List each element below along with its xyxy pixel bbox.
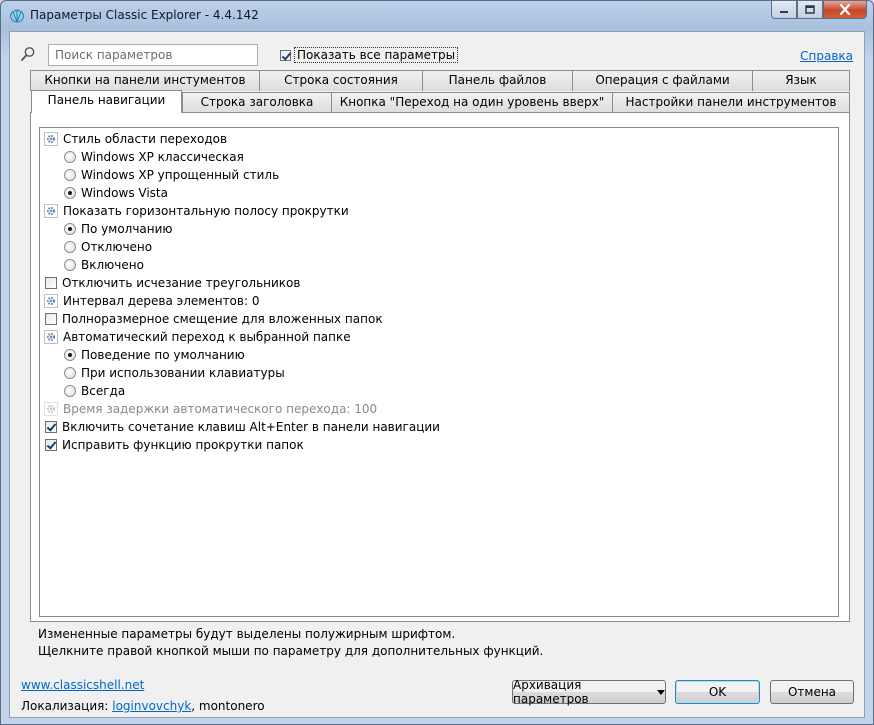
setting-label: Время задержки автоматического перехода:… (63, 402, 378, 416)
minimize-button[interactable] (771, 1, 797, 19)
tab-language[interactable]: Язык (752, 70, 850, 91)
tab-status-bar[interactable]: Строка состояния (259, 70, 423, 91)
setting-row[interactable]: Исправить функцию прокрутки папок (44, 436, 304, 454)
setting-row[interactable]: Отключено (64, 238, 152, 256)
settings-gear-icon (44, 402, 58, 416)
localization-co-author: , montonero (191, 699, 265, 713)
setting-label: Включить сочетание клавиш Alt+Enter в па… (62, 420, 440, 434)
close-icon (839, 4, 851, 15)
show-all-checkbox-box[interactable] (280, 49, 291, 61)
radio-button[interactable] (64, 259, 76, 271)
setting-row[interactable]: Включено (64, 256, 144, 274)
search-icon (21, 47, 35, 61)
backup-settings-button[interactable]: Архивация параметров (512, 678, 666, 706)
client-area: Показать все параметры Справка Кнопки на… (9, 31, 865, 718)
checkbox[interactable] (45, 439, 57, 451)
tab-file-pane[interactable]: Панель файлов (422, 70, 573, 91)
setting-row[interactable]: Всегда (64, 382, 125, 400)
setting-label: При использовании клавиатуры (81, 366, 285, 380)
radio-button[interactable] (64, 151, 76, 163)
setting-label: Автоматический переход к выбранной папке (63, 330, 351, 344)
setting-row[interactable]: Windows Vista (64, 184, 168, 202)
window-title: Параметры Classic Explorer - 4.4.142 (30, 8, 259, 22)
setting-label: Windows XP классическая (81, 150, 244, 164)
show-all-label: Показать все параметры (294, 47, 459, 63)
caption-buttons (771, 1, 867, 21)
maximize-icon (805, 5, 815, 14)
minimize-icon (780, 10, 788, 13)
backup-settings-label: Архивация параметров (513, 678, 589, 706)
setting-row[interactable]: Показать горизонтальную полосу прокрутки (44, 202, 349, 220)
hint-bold: Измененные параметры будут выделены полу… (38, 627, 456, 641)
tab-toolbar-settings[interactable]: Настройки панели инструментов (612, 92, 850, 113)
setting-row[interactable]: При использовании клавиатуры (64, 364, 285, 382)
radio-button[interactable] (64, 367, 76, 379)
setting-label: Интервал дерева элементов: 0 (63, 294, 260, 308)
setting-label: Включено (81, 258, 144, 272)
setting-row[interactable]: Windows XP упрощенный стиль (64, 166, 279, 184)
setting-row[interactable]: Отключить исчезание треугольников (44, 274, 300, 292)
setting-label: Windows XP упрощенный стиль (81, 168, 280, 182)
close-button[interactable] (823, 1, 867, 19)
settings-gear-icon (44, 204, 58, 218)
cancel-button[interactable]: Отмена (770, 680, 854, 704)
title-bar[interactable]: Параметры Classic Explorer - 4.4.142 (1, 1, 873, 31)
help-link[interactable]: Справка (800, 49, 853, 63)
radio-button[interactable] (64, 169, 76, 181)
hint-right-click: Щелкните правой кнопкой мыши по параметр… (38, 644, 544, 658)
settings-tree[interactable]: Стиль области переходов Windows XP класси… (39, 127, 839, 617)
maximize-button[interactable] (797, 1, 823, 19)
radio-button[interactable] (64, 223, 76, 235)
settings-gear-icon (44, 132, 58, 146)
show-all-settings-checkbox[interactable]: Показать все параметры (280, 47, 459, 63)
radio-button[interactable] (64, 187, 76, 199)
radio-button[interactable] (64, 241, 76, 253)
setting-row[interactable]: Интервал дерева элементов: 0 (44, 292, 259, 310)
radio-button[interactable] (64, 385, 76, 397)
navigation-pane-tab-panel: Стиль области переходов Windows XP класси… (30, 112, 850, 622)
setting-label: Отключено (81, 240, 153, 254)
settings-gear-icon (44, 330, 58, 344)
hints: Измененные параметры будут выделены полу… (38, 626, 543, 660)
radio-button[interactable] (64, 349, 76, 361)
website-link[interactable]: www.classicshell.net (21, 678, 144, 692)
settings-window: Параметры Classic Explorer - 4.4.142 Пок… (0, 0, 874, 725)
dropdown-arrow-icon (657, 689, 665, 695)
tab-toolbar-buttons[interactable]: Кнопки на панели инстументов (30, 70, 260, 91)
localization-author-link[interactable]: loginvovchyk (112, 699, 191, 713)
tab-title-bar[interactable]: Строка заголовка (182, 92, 332, 113)
setting-row[interactable]: Стиль области переходов (44, 130, 227, 148)
tab-file-operation[interactable]: Операция с файлами (572, 70, 753, 91)
setting-label: Отключить исчезание треугольников (62, 276, 301, 290)
setting-label: Поведение по умолчанию (81, 348, 245, 362)
setting-row[interactable]: Время задержки автоматического перехода:… (44, 400, 377, 418)
settings-gear-icon (44, 294, 58, 308)
tab-navigation-pane[interactable]: Панель навигации (31, 90, 182, 113)
setting-label: Всегда (81, 384, 126, 398)
setting-label: Стиль области переходов (63, 132, 228, 146)
tab-up-button[interactable]: Кнопка "Переход на один уровень вверх" (331, 92, 613, 113)
setting-row[interactable]: Windows XP классическая (64, 148, 244, 166)
setting-row[interactable]: Включить сочетание клавиш Alt+Enter в па… (44, 418, 440, 436)
localization-credits: Локализация: loginvovchyk, montonero (21, 699, 265, 713)
checkbox[interactable] (45, 421, 57, 433)
checkbox[interactable] (45, 277, 57, 289)
classic-shell-shell-icon (9, 9, 25, 23)
setting-row[interactable]: Поведение по умолчанию (64, 346, 245, 364)
setting-label: По умолчанию (81, 222, 173, 236)
setting-row[interactable]: Автоматический переход к выбранной папке (44, 328, 351, 346)
setting-label: Полноразмерное смещение для вложенных па… (62, 312, 383, 326)
setting-label: Показать горизонтальную полосу прокрутки (63, 204, 349, 218)
ok-button[interactable]: OK (675, 680, 760, 704)
search-input[interactable] (48, 44, 258, 66)
checkbox[interactable] (45, 313, 57, 325)
setting-row[interactable]: По умолчанию (64, 220, 173, 238)
setting-label: Исправить функцию прокрутки папок (62, 438, 304, 452)
setting-label: Windows Vista (81, 186, 168, 200)
localization-label: Локализация: (21, 699, 109, 713)
setting-row[interactable]: Полноразмерное смещение для вложенных па… (44, 310, 383, 328)
